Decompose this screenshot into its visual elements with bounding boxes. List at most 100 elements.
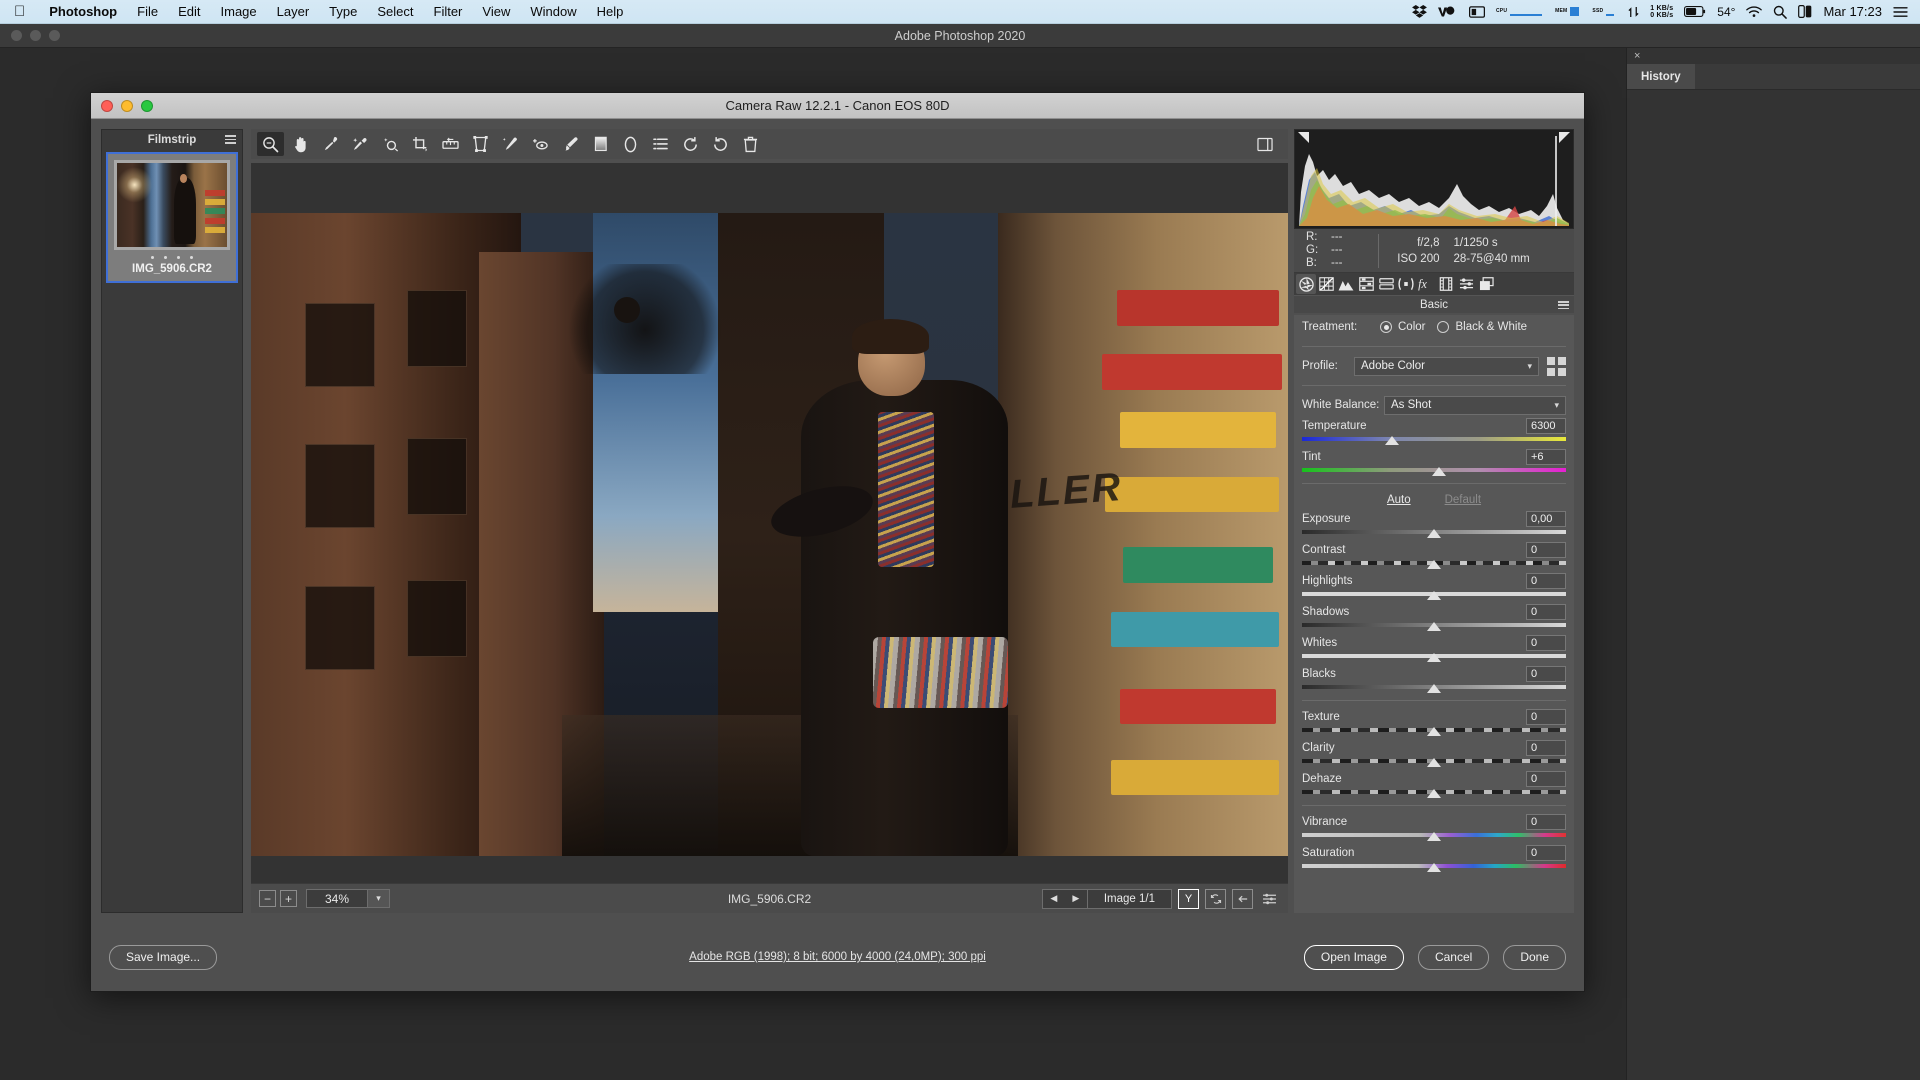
- slider-value[interactable]: 0: [1526, 739, 1566, 756]
- slider-track[interactable]: [1302, 726, 1566, 736]
- thumbnail-rating-dots[interactable]: [114, 250, 230, 263]
- network-rate-icon[interactable]: [1628, 6, 1639, 18]
- split-toning-tab-icon[interactable]: [1376, 274, 1396, 294]
- cpu-meter-icon[interactable]: CPU: [1496, 6, 1544, 17]
- default-button[interactable]: Default: [1445, 494, 1481, 506]
- presets-tab-icon[interactable]: [1456, 274, 1476, 294]
- dropbox-icon[interactable]: [1412, 5, 1427, 18]
- slider-thumb[interactable]: [1384, 436, 1399, 445]
- basic-tab-icon[interactable]: [1296, 274, 1316, 294]
- done-button[interactable]: Done: [1503, 944, 1566, 970]
- red-eye-removal-icon[interactable]: [527, 132, 554, 156]
- hand-tool-icon[interactable]: [287, 132, 314, 156]
- preview-area[interactable]: ALLER − + 34% ▾ IMG_5906.CR2 ◀ ▶ Image 1…: [251, 163, 1288, 913]
- slider-value[interactable]: 0: [1526, 708, 1566, 725]
- treatment-color-radio[interactable]: [1380, 321, 1392, 333]
- search-icon[interactable]: [1773, 5, 1788, 19]
- treatment-color-label[interactable]: Color: [1398, 321, 1425, 333]
- slider-thumb[interactable]: [1427, 591, 1441, 600]
- straighten-tool-icon[interactable]: [437, 132, 464, 156]
- slider-track[interactable]: [1302, 435, 1566, 445]
- zoom-level-value[interactable]: 34%: [306, 889, 368, 908]
- snapshots-tab-icon[interactable]: [1476, 274, 1496, 294]
- slider-thumb[interactable]: [1427, 863, 1441, 872]
- slider-shadows[interactable]: Shadows 0: [1302, 603, 1566, 631]
- radial-filter-icon[interactable]: [617, 132, 644, 156]
- slider-thumb[interactable]: [1427, 684, 1441, 693]
- zoom-out-icon[interactable]: −: [259, 890, 276, 907]
- rotate-left-icon[interactable]: [677, 132, 704, 156]
- delete-icon[interactable]: [737, 132, 764, 156]
- slider-highlights[interactable]: Highlights 0: [1302, 572, 1566, 600]
- slider-blacks[interactable]: Blacks 0: [1302, 665, 1566, 693]
- graduated-filter-icon[interactable]: [587, 132, 614, 156]
- crop-tool-icon[interactable]: [407, 132, 434, 156]
- slider-track[interactable]: [1302, 683, 1566, 693]
- wifi-icon[interactable]: [1746, 5, 1763, 18]
- detail-tab-icon[interactable]: [1336, 274, 1356, 294]
- memory-meter-icon[interactable]: MEM: [1555, 6, 1581, 17]
- tab-history[interactable]: History: [1627, 64, 1695, 89]
- white-balance-select[interactable]: As Shot ▾: [1384, 395, 1566, 415]
- profile-select[interactable]: Adobe Color ▾: [1354, 356, 1539, 376]
- preview-image[interactable]: ALLER: [251, 213, 1288, 856]
- slider-value[interactable]: 0: [1526, 844, 1566, 861]
- rotate-right-icon[interactable]: [707, 132, 734, 156]
- slider-thumb[interactable]: [1427, 727, 1441, 736]
- zoom-in-icon[interactable]: +: [280, 890, 297, 907]
- slider-contrast[interactable]: Contrast 0: [1302, 541, 1566, 569]
- next-image-icon[interactable]: ▶: [1065, 893, 1087, 904]
- image-navigation[interactable]: ◀ ▶ Image 1/1: [1041, 888, 1172, 909]
- slider-value[interactable]: 0: [1526, 603, 1566, 620]
- hamburger-icon[interactable]: [1893, 6, 1908, 18]
- previous-image-icon[interactable]: ◀: [1043, 893, 1065, 904]
- slider-texture[interactable]: Texture 0: [1302, 708, 1566, 736]
- menubar-item-type[interactable]: Type: [319, 0, 367, 24]
- slider-track[interactable]: [1302, 652, 1566, 662]
- filmstrip-thumbnail[interactable]: IMG_5906.CR2: [106, 152, 238, 283]
- slider-track[interactable]: [1302, 862, 1566, 872]
- white-balance-eyedropper-icon[interactable]: [317, 132, 344, 156]
- chevron-down-icon[interactable]: ▾: [368, 889, 390, 908]
- treatment-bw-label[interactable]: Black & White: [1455, 321, 1527, 333]
- menubar-item-image[interactable]: Image: [211, 0, 267, 24]
- slider-value[interactable]: 6300: [1526, 417, 1566, 434]
- adjustment-brush-icon[interactable]: [557, 132, 584, 156]
- slider-exposure[interactable]: Exposure 0,00: [1302, 510, 1566, 538]
- zoom-tool-icon[interactable]: [257, 132, 284, 156]
- slider-thumb[interactable]: [1427, 832, 1441, 841]
- slider-track[interactable]: [1302, 788, 1566, 798]
- menubar-item-help[interactable]: Help: [587, 0, 634, 24]
- filmstrip-toggle-icon[interactable]: [1232, 888, 1253, 909]
- slider-value[interactable]: 0: [1526, 634, 1566, 651]
- slider-track[interactable]: [1302, 528, 1566, 538]
- slider-dehaze[interactable]: Dehaze 0: [1302, 770, 1566, 798]
- slider-temperature[interactable]: Temperature 6300: [1302, 417, 1566, 445]
- cancel-button[interactable]: Cancel: [1417, 944, 1490, 970]
- slider-clarity[interactable]: Clarity 0: [1302, 739, 1566, 767]
- display-icon[interactable]: [1468, 5, 1485, 18]
- panel-menu-icon[interactable]: [1558, 301, 1569, 309]
- slider-value[interactable]: 0: [1526, 813, 1566, 830]
- slider-track[interactable]: [1302, 466, 1566, 476]
- slider-value[interactable]: 0: [1526, 541, 1566, 558]
- menubar-item-window[interactable]: Window: [520, 0, 586, 24]
- menubar-item-photoshop[interactable]: Photoshop: [39, 0, 127, 24]
- open-image-button[interactable]: Open Image: [1303, 944, 1404, 970]
- battery-icon[interactable]: [1684, 6, 1706, 17]
- menubar-clock[interactable]: Mar 17:23: [1823, 4, 1882, 19]
- menubar-item-layer[interactable]: Layer: [267, 0, 320, 24]
- panel-menu-icon[interactable]: [225, 135, 236, 144]
- effects-tab-icon[interactable]: fx: [1416, 274, 1436, 294]
- hsl-tab-icon[interactable]: [1356, 274, 1376, 294]
- menubar-item-view[interactable]: View: [472, 0, 520, 24]
- treatment-bw-radio[interactable]: [1437, 321, 1450, 333]
- slider-value[interactable]: 0: [1526, 572, 1566, 589]
- ssd-meter-icon[interactable]: SSD: [1592, 6, 1617, 17]
- spot-removal-icon[interactable]: [497, 132, 524, 156]
- slider-track[interactable]: [1302, 559, 1566, 569]
- menubar-item-edit[interactable]: Edit: [168, 0, 210, 24]
- slider-track[interactable]: [1302, 621, 1566, 631]
- toggle-fullscreen-icon[interactable]: [1251, 132, 1278, 156]
- tone-curve-tab-icon[interactable]: [1316, 274, 1336, 294]
